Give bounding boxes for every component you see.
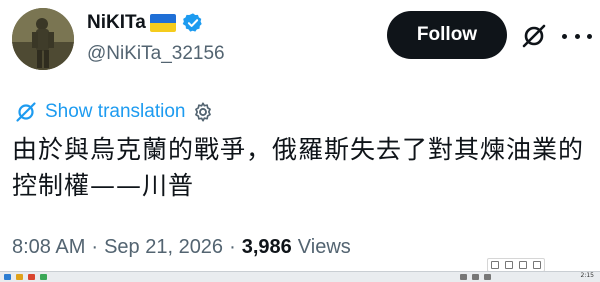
meta-separator: · bbox=[91, 236, 99, 258]
tray-icon[interactable] bbox=[484, 274, 491, 280]
follow-button[interactable]: Follow bbox=[387, 11, 507, 59]
toolbar-tool-icon[interactable] bbox=[505, 261, 513, 269]
tweet-time[interactable]: 8:08 AM bbox=[12, 236, 85, 259]
toolbar-tool-icon[interactable] bbox=[533, 261, 541, 269]
taskbar: 2:15 bbox=[0, 271, 600, 282]
overlay-toolbar[interactable] bbox=[487, 258, 545, 272]
avatar-image bbox=[12, 8, 74, 70]
show-translation-label: Show translation bbox=[45, 101, 186, 122]
display-name-text: NiKITa bbox=[87, 12, 146, 33]
tweet-date[interactable]: Sep 21, 2026 bbox=[104, 236, 223, 259]
toolbar-tool-icon[interactable] bbox=[519, 261, 527, 269]
gear-icon[interactable] bbox=[192, 101, 214, 123]
tray-icon[interactable] bbox=[460, 274, 467, 280]
toolbar-tool-icon[interactable] bbox=[491, 261, 499, 269]
ukraine-flag-icon bbox=[149, 14, 176, 32]
grok-icon[interactable] bbox=[520, 22, 548, 50]
views-count[interactable]: 3,986 bbox=[242, 236, 292, 259]
tweet-text-line-2: 控制權——川普 bbox=[12, 171, 195, 200]
display-name[interactable]: NiKITa bbox=[87, 12, 204, 34]
tweet-meta: 8:08 AM · Sep 21, 2026 · 3,986 Views bbox=[12, 236, 351, 259]
tweet-text: 由於與烏克蘭的戰爭，俄羅斯失去了對其煉油業的 控制權——川普 bbox=[12, 132, 592, 204]
user-handle[interactable]: @NiKiTa_32156 bbox=[87, 43, 225, 65]
avatar[interactable] bbox=[12, 8, 74, 70]
meta-separator: · bbox=[229, 236, 236, 258]
taskbar-clock[interactable]: 2:15 bbox=[581, 272, 594, 279]
browser-icon[interactable] bbox=[28, 274, 35, 280]
views-label: Views bbox=[297, 236, 351, 258]
show-translation-link[interactable]: Show translation bbox=[14, 100, 214, 124]
translate-icon bbox=[16, 102, 36, 122]
app-icon[interactable] bbox=[40, 274, 47, 280]
more-icon[interactable] bbox=[562, 21, 592, 51]
folder-icon[interactable] bbox=[16, 274, 23, 280]
windows-start-icon[interactable] bbox=[4, 274, 11, 280]
tweet-text-line-1: 由於與烏克蘭的戰爭，俄羅斯失去了對其煉油業的 bbox=[12, 135, 585, 164]
tray-icon[interactable] bbox=[472, 274, 479, 280]
verified-badge-icon bbox=[182, 13, 202, 32]
